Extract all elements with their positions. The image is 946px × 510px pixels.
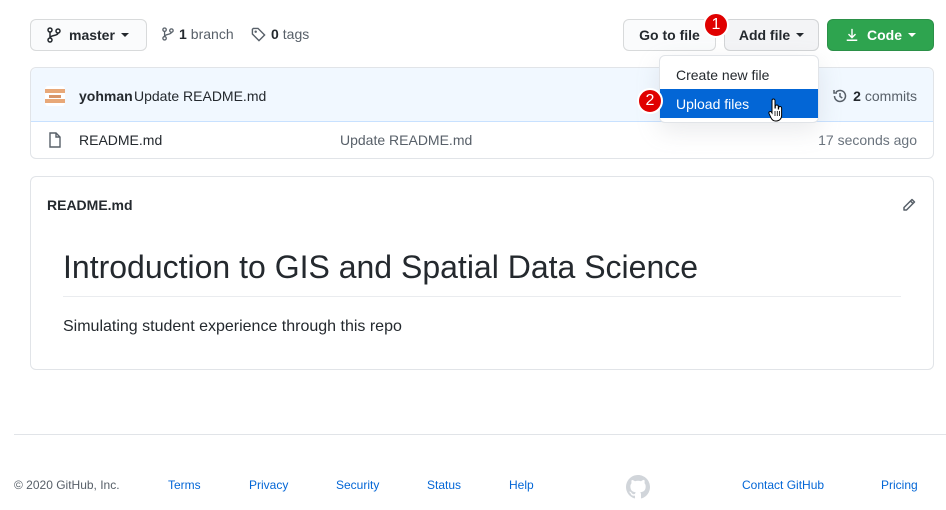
readme-file-label: README.md bbox=[47, 197, 133, 213]
footer-divider bbox=[14, 434, 946, 435]
footer-link-contact[interactable]: Contact GitHub bbox=[742, 478, 824, 492]
readme-heading: Introduction to GIS and Spatial Data Sci… bbox=[63, 249, 699, 285]
file-age: 17 seconds ago bbox=[818, 132, 917, 148]
menu-item-create-new-file[interactable]: Create new file bbox=[660, 60, 818, 89]
footer-link-terms[interactable]: Terms bbox=[168, 478, 201, 492]
readme-panel: README.md Introduction to GIS and Spatia… bbox=[30, 176, 934, 370]
branch-count: 1 bbox=[179, 26, 187, 42]
chevron-down-icon bbox=[796, 33, 805, 37]
file-name-link[interactable]: README.md bbox=[79, 132, 162, 148]
code-button[interactable]: Code bbox=[827, 19, 934, 51]
commit-count: 2 bbox=[853, 88, 861, 104]
chevron-down-icon bbox=[120, 33, 129, 37]
git-branch-icon bbox=[47, 27, 61, 43]
commit-label: commits bbox=[864, 88, 917, 104]
step-badge-1: 1 bbox=[703, 12, 729, 38]
github-logo-icon[interactable] bbox=[626, 475, 650, 499]
footer-link-status[interactable]: Status bbox=[427, 478, 461, 492]
menu-item-upload-files[interactable]: Upload files bbox=[660, 89, 818, 118]
commit-author[interactable]: yohman bbox=[79, 88, 133, 104]
footer-copyright: © 2020 GitHub, Inc. bbox=[14, 478, 120, 492]
add-file-button[interactable]: Add file bbox=[724, 19, 819, 51]
heading-divider bbox=[63, 296, 901, 297]
branch-label: branch bbox=[190, 26, 234, 42]
commits-link[interactable]: 2 commits bbox=[832, 88, 917, 104]
step-badge-2: 2 bbox=[637, 88, 663, 114]
commit-message[interactable]: Update README.md bbox=[134, 88, 266, 104]
tags-link[interactable]: 0 tags bbox=[251, 26, 309, 42]
file-icon bbox=[48, 132, 62, 148]
history-icon bbox=[832, 88, 848, 104]
footer-link-pricing[interactable]: Pricing bbox=[881, 478, 918, 492]
branches-link[interactable]: 1 branch bbox=[162, 26, 234, 42]
file-commit-link[interactable]: Update README.md bbox=[340, 132, 472, 148]
pencil-icon[interactable] bbox=[901, 197, 917, 213]
add-file-menu: Create new file Upload files bbox=[659, 55, 819, 123]
branch-name: master bbox=[69, 27, 115, 43]
tag-label: tags bbox=[282, 26, 310, 42]
branch-select-button[interactable]: master bbox=[30, 19, 147, 51]
hand-cursor-icon bbox=[768, 98, 784, 124]
git-branch-icon bbox=[162, 26, 174, 42]
footer-link-help[interactable]: Help bbox=[509, 478, 534, 492]
footer-link-privacy[interactable]: Privacy bbox=[249, 478, 288, 492]
add-file-label: Add file bbox=[738, 27, 791, 43]
tag-count: 0 bbox=[271, 26, 279, 42]
chevron-down-icon bbox=[908, 33, 916, 37]
avatar[interactable] bbox=[45, 86, 65, 106]
download-icon bbox=[845, 28, 859, 42]
tag-icon bbox=[251, 27, 266, 42]
footer-link-security[interactable]: Security bbox=[336, 478, 379, 492]
go-to-file-label: Go to file bbox=[639, 27, 700, 43]
table-row: README.md Update README.md 17 seconds ag… bbox=[31, 122, 933, 158]
code-label: Code bbox=[867, 27, 902, 43]
readme-paragraph: Simulating student experience through th… bbox=[63, 318, 402, 335]
